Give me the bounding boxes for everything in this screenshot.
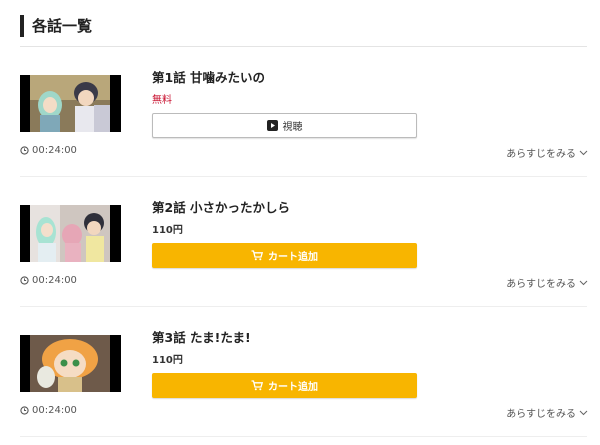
section-title: 各話一覧 bbox=[20, 15, 92, 37]
chevron-down-icon bbox=[579, 280, 588, 285]
cart-icon bbox=[251, 380, 263, 391]
synopsis-label: あらすじをみる bbox=[506, 279, 576, 290]
add-to-cart-label: カート追加 bbox=[268, 382, 318, 393]
episode-thumbnail[interactable] bbox=[20, 205, 121, 262]
add-to-cart-button[interactable]: カート追加 bbox=[152, 373, 417, 398]
chevron-down-icon bbox=[579, 410, 588, 415]
episode-divider bbox=[20, 436, 587, 437]
watch-button[interactable]: 視聴 bbox=[152, 113, 417, 138]
clock-icon bbox=[20, 146, 29, 155]
synopsis-toggle[interactable]: あらすじをみる bbox=[506, 145, 588, 160]
episode-price: 無料 bbox=[152, 95, 172, 106]
episode-duration: 00:24:00 bbox=[20, 405, 77, 416]
episode-item-3: 第3話 たま!たま! 110円 カート追加 00:24:00 あらすじをみる bbox=[0, 307, 600, 437]
episode-price: 110円 bbox=[152, 225, 183, 236]
episode-title[interactable]: 第1話 甘噛みたいの bbox=[152, 67, 265, 86]
episode-duration: 00:24:00 bbox=[20, 145, 77, 156]
episode-item-1: 第1話 甘噛みたいの 無料 視聴 00:24:00 あらすじをみる bbox=[0, 47, 600, 177]
clock-icon bbox=[20, 406, 29, 415]
duration-text: 00:24:00 bbox=[32, 145, 77, 156]
episode-item-2: 第2話 小さかったかしら 110円 カート追加 00:24:00 あらすじをみる bbox=[0, 177, 600, 307]
synopsis-label: あらすじをみる bbox=[506, 149, 576, 160]
episode-title[interactable]: 第3話 たま!たま! bbox=[152, 327, 251, 346]
duration-text: 00:24:00 bbox=[32, 405, 77, 416]
episode-price: 110円 bbox=[152, 355, 183, 366]
episode-thumbnail[interactable] bbox=[20, 335, 121, 392]
thumbnail-image bbox=[20, 205, 121, 262]
episode-thumbnail[interactable] bbox=[20, 75, 121, 132]
thumbnail-image bbox=[20, 335, 121, 392]
thumbnail-image bbox=[20, 75, 121, 132]
duration-text: 00:24:00 bbox=[32, 275, 77, 286]
add-to-cart-button[interactable]: カート追加 bbox=[152, 243, 417, 268]
cart-icon bbox=[251, 250, 263, 261]
add-to-cart-label: カート追加 bbox=[268, 252, 318, 263]
chevron-down-icon bbox=[579, 150, 588, 155]
synopsis-toggle[interactable]: あらすじをみる bbox=[506, 275, 588, 290]
watch-button-label: 視聴 bbox=[282, 122, 303, 133]
play-icon bbox=[266, 120, 278, 131]
clock-icon bbox=[20, 276, 29, 285]
episode-duration: 00:24:00 bbox=[20, 275, 77, 286]
episode-title[interactable]: 第2話 小さかったかしら bbox=[152, 197, 290, 216]
synopsis-label: あらすじをみる bbox=[506, 409, 576, 420]
synopsis-toggle[interactable]: あらすじをみる bbox=[506, 405, 588, 420]
